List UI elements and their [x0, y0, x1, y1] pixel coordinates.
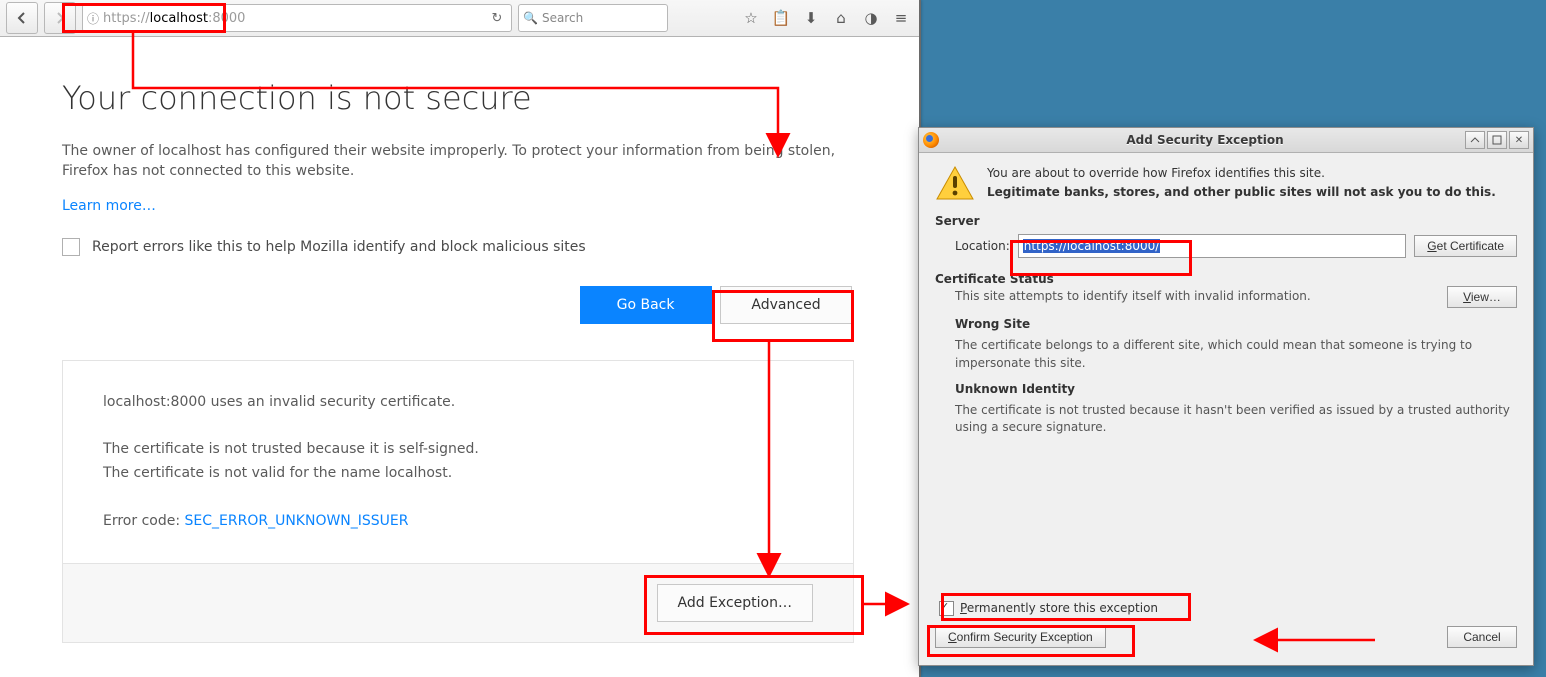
minimize-button[interactable]: [1465, 131, 1485, 149]
pocket-icon[interactable]: ◑: [859, 6, 883, 30]
server-heading: Server: [935, 214, 1517, 228]
permanently-store-checkbox[interactable]: [939, 601, 954, 616]
home-icon[interactable]: ⌂: [829, 6, 853, 30]
error-code-label: Error code:: [103, 513, 185, 529]
unknown-identity-heading: Unknown Identity: [955, 382, 1517, 396]
adv-line1: localhost:8000 uses an invalid security …: [103, 391, 813, 415]
location-label: Location:: [955, 239, 1010, 253]
dialog-titlebar[interactable]: Add Security Exception ✕: [919, 128, 1533, 153]
adv-line2: The certificate is not trusted because i…: [103, 438, 813, 462]
add-exception-button[interactable]: Add Exception…: [657, 584, 813, 622]
page-title: Your connection is not secure: [62, 79, 919, 117]
downloads-icon[interactable]: ⬇: [799, 6, 823, 30]
add-security-exception-dialog: Add Security Exception ✕ You are about t…: [918, 127, 1534, 666]
wrong-site-desc: The certificate belongs to a different s…: [955, 337, 1517, 372]
back-button[interactable]: [6, 2, 38, 34]
warning-icon: [935, 165, 975, 201]
location-input[interactable]: https://localhost:8000/: [1018, 234, 1407, 258]
menu-icon[interactable]: ≡: [889, 6, 913, 30]
reload-icon[interactable]: ↻: [487, 11, 507, 26]
advanced-panel: localhost:8000 uses an invalid security …: [62, 360, 854, 644]
get-certificate-button[interactable]: Get Certificate: [1414, 235, 1517, 257]
error-page: Your connection is not secure The owner …: [0, 37, 919, 643]
cert-status-heading: Certificate Status: [935, 272, 1054, 286]
clipboard-icon[interactable]: 📋: [769, 6, 793, 30]
adv-line3: The certificate is not valid for the nam…: [103, 462, 813, 486]
error-code-link[interactable]: SEC_ERROR_UNKNOWN_ISSUER: [185, 513, 409, 529]
search-placeholder: Search: [542, 11, 583, 25]
close-button[interactable]: ✕: [1509, 131, 1529, 149]
unknown-identity-desc: The certificate is not trusted because i…: [955, 402, 1517, 437]
report-checkbox[interactable]: [62, 238, 80, 256]
warn-line1: You are about to override how Firefox id…: [987, 165, 1517, 182]
report-label: Report errors like this to help Mozilla …: [92, 239, 586, 255]
info-icon: ⓘ: [87, 10, 99, 27]
error-description: The owner of localhost has configured th…: [62, 141, 862, 182]
search-bar[interactable]: 🔍 Search: [518, 4, 668, 32]
location-value: https://localhost:8000/: [1023, 239, 1161, 253]
bookmark-star-icon[interactable]: ☆: [739, 6, 763, 30]
warn-line2: Legitimate banks, stores, and other publ…: [987, 184, 1517, 201]
url-text: https://localhost:8000: [103, 11, 483, 26]
confirm-security-exception-button[interactable]: Confirm Security Exception: [935, 626, 1106, 648]
browser-toolbar: ⓘ https://localhost:8000 ↻ 🔍 Search ☆ 📋 …: [0, 0, 919, 37]
cancel-button[interactable]: Cancel: [1447, 626, 1517, 648]
firefox-window: ⓘ https://localhost:8000 ↻ 🔍 Search ☆ 📋 …: [0, 0, 921, 677]
url-bar[interactable]: ⓘ https://localhost:8000 ↻: [82, 4, 512, 32]
go-back-button[interactable]: Go Back: [580, 286, 712, 324]
maximize-button[interactable]: [1487, 131, 1507, 149]
wrong-site-heading: Wrong Site: [955, 317, 1517, 331]
advanced-button[interactable]: Advanced: [720, 286, 852, 324]
firefox-icon: [923, 132, 939, 148]
dialog-title: Add Security Exception: [947, 133, 1463, 147]
forward-button[interactable]: [44, 2, 76, 34]
cert-status-desc: This site attempts to identify itself wi…: [955, 288, 1311, 305]
permanently-store-label: Permanently store this exception: [960, 601, 1158, 615]
search-icon: 🔍: [523, 11, 538, 25]
view-button[interactable]: View…: [1447, 286, 1517, 308]
learn-more-link[interactable]: Learn more…: [62, 198, 919, 214]
